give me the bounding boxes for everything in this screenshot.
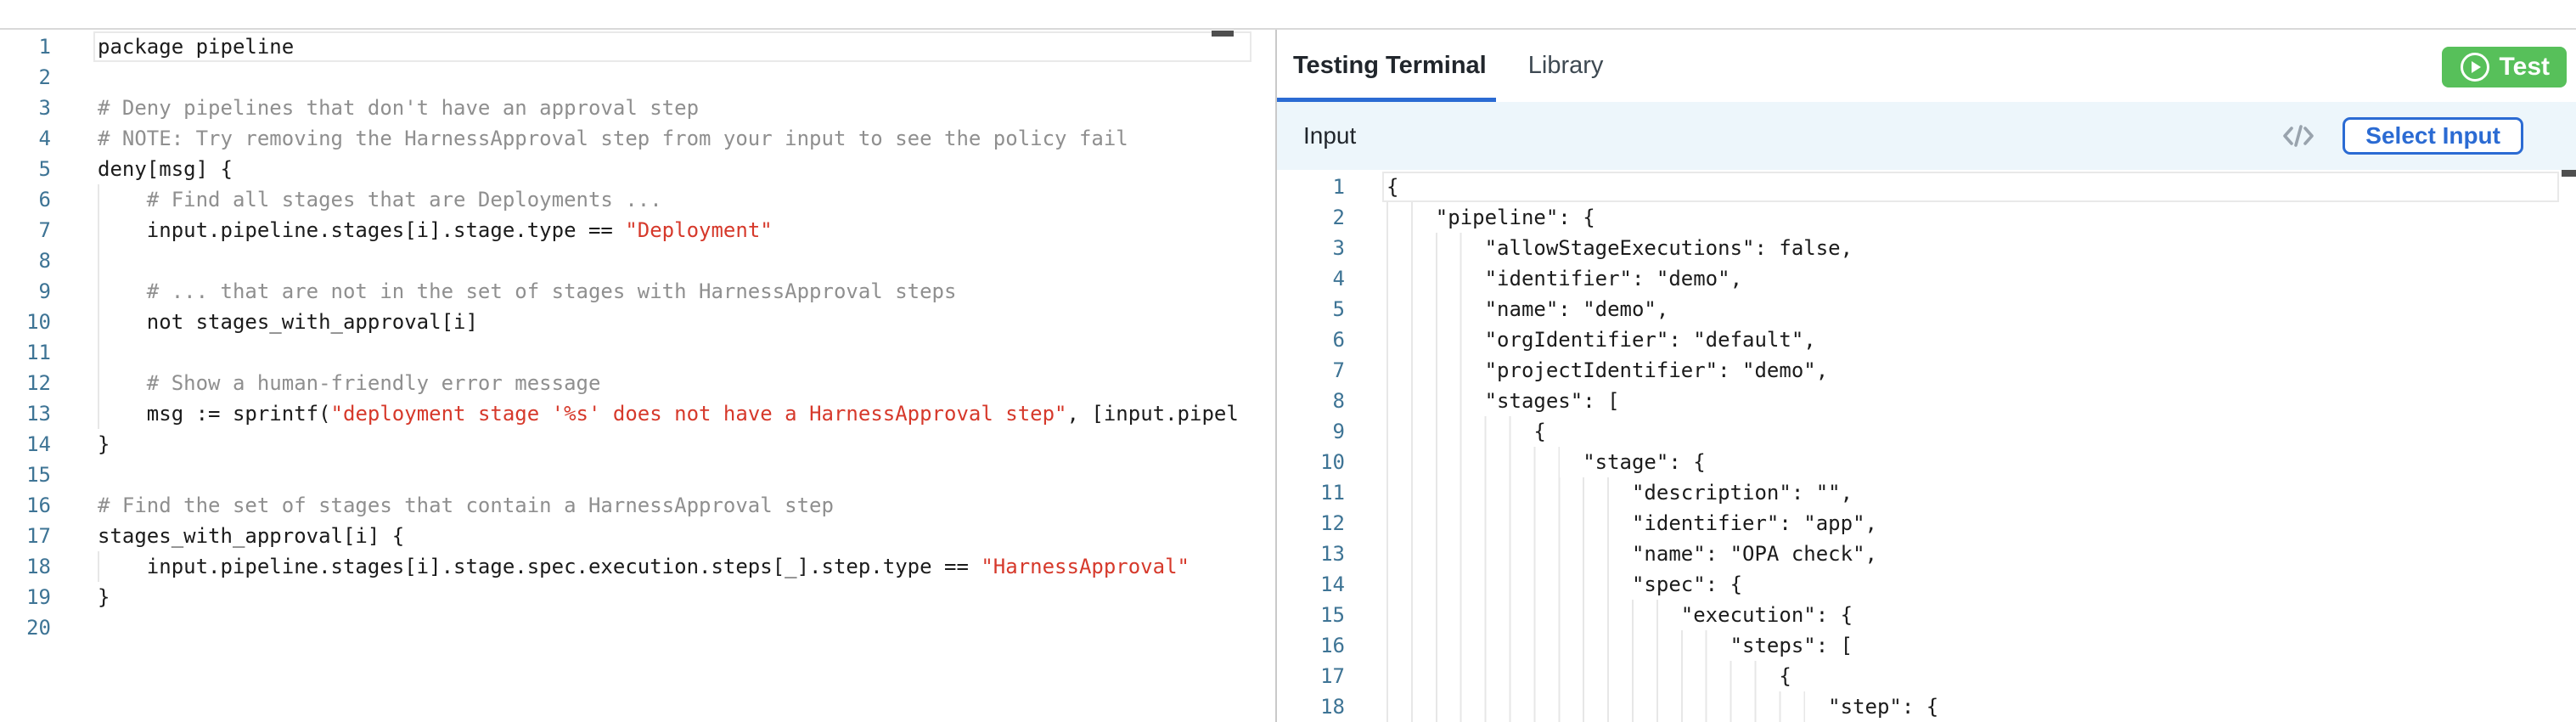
code-line: package pipeline	[93, 31, 1251, 62]
line-number: 8	[1277, 386, 1345, 416]
code-line: }	[93, 429, 1251, 460]
code-line: "steps": [	[1382, 630, 2559, 661]
line-number: 17	[1277, 661, 1345, 691]
line-number: 3	[1277, 233, 1345, 263]
line-number: 12	[1277, 508, 1345, 539]
play-circle-icon	[2459, 51, 2491, 83]
select-input-button[interactable]: Select Input	[2343, 117, 2523, 155]
code-line: {	[1382, 172, 2559, 202]
code-line	[93, 62, 1251, 93]
input-json-editor[interactable]: 123456789101112131415161718 { "pipeline"…	[1277, 170, 2576, 722]
code-line: "step": {	[1382, 691, 2559, 722]
code-line	[93, 245, 1251, 276]
code-line: {	[1382, 661, 2559, 691]
code-line	[93, 612, 1251, 643]
line-number: 5	[1277, 294, 1345, 324]
line-number: 18	[1277, 691, 1345, 722]
code-line: {	[1382, 416, 2559, 447]
overview-ruler-cursor-marker	[2562, 170, 2576, 177]
code-line: "description": "",	[1382, 477, 2559, 508]
line-number: 14	[0, 429, 51, 460]
code-line: "spec": {	[1382, 569, 2559, 600]
line-number: 17	[0, 521, 51, 551]
input-editor-content[interactable]: { "pipeline": { "allowStageExecutions": …	[1382, 170, 2559, 722]
code-line: "identifier": "app",	[1382, 508, 2559, 539]
code-line: msg := sprintf("deployment stage '%s' do…	[93, 398, 1251, 429]
line-number: 6	[0, 184, 51, 215]
line-number: 2	[0, 62, 51, 93]
policy-code-editor[interactable]: 1234567891011121314151617181920 package …	[0, 30, 1275, 722]
input-section-title: Input	[1303, 122, 1356, 149]
line-number: 16	[0, 490, 51, 521]
code-line	[93, 337, 1251, 368]
line-number: 10	[0, 307, 51, 337]
code-icon[interactable]	[2281, 123, 2315, 149]
line-number: 9	[1277, 416, 1345, 447]
line-number: 4	[0, 123, 51, 154]
code-line	[93, 460, 1251, 490]
code-line: # ... that are not in the set of stages …	[93, 276, 1251, 307]
indent-guides	[98, 337, 99, 368]
code-line: "projectIdentifier": "demo",	[1382, 355, 2559, 386]
code-line: "execution": {	[1382, 600, 2559, 630]
code-line: "pipeline": {	[1382, 202, 2559, 233]
line-number: 20	[0, 612, 51, 643]
testing-panel-tabs: Testing Terminal Library Test	[1277, 30, 2576, 102]
line-number: 15	[1277, 600, 1345, 630]
current-line-highlight	[1382, 172, 2559, 202]
line-number: 2	[1277, 202, 1345, 233]
line-number: 1	[1277, 172, 1345, 202]
test-button[interactable]: Test	[2442, 47, 2567, 87]
policy-editor-content[interactable]: package pipeline # Deny pipelines that do…	[93, 30, 1251, 643]
line-number: 11	[0, 337, 51, 368]
code-line: "stages": [	[1382, 386, 2559, 416]
line-number: 18	[0, 551, 51, 582]
code-line: "allowStageExecutions": false,	[1382, 233, 2559, 263]
code-line: input.pipeline.stages[i].stage.type == "…	[93, 215, 1251, 245]
code-line: # Show a human-friendly error message	[93, 368, 1251, 398]
code-line: # Deny pipelines that don't have an appr…	[93, 93, 1251, 123]
line-number: 12	[0, 368, 51, 398]
code-line: "orgIdentifier": "default",	[1382, 324, 2559, 355]
code-line: "identifier": "demo",	[1382, 263, 2559, 294]
line-number: 7	[0, 215, 51, 245]
line-number: 16	[1277, 630, 1345, 661]
line-number: 13	[0, 398, 51, 429]
line-number: 10	[1277, 447, 1345, 477]
code-line: # Find all stages that are Deployments .…	[93, 184, 1251, 215]
line-number: 7	[1277, 355, 1345, 386]
input-header-bar: Input Select Input	[1277, 102, 2576, 170]
code-line: not stages_with_approval[i]	[93, 307, 1251, 337]
policy-editor-gutter: 1234567891011121314151617181920	[0, 30, 51, 643]
code-line: "stage": {	[1382, 447, 2559, 477]
code-line: "name": "demo",	[1382, 294, 2559, 324]
line-number: 15	[0, 460, 51, 490]
indent-guides	[98, 245, 99, 276]
code-line: deny[msg] {	[93, 154, 1251, 184]
input-editor-gutter: 123456789101112131415161718	[1277, 170, 1345, 722]
code-line: }	[93, 582, 1251, 612]
line-number: 5	[0, 154, 51, 184]
line-number: 13	[1277, 539, 1345, 569]
test-button-label: Test	[2500, 53, 2550, 82]
tab-testing-terminal[interactable]: Testing Terminal	[1293, 52, 1487, 80]
code-line: # Find the set of stages that contain a …	[93, 490, 1251, 521]
line-number: 8	[0, 245, 51, 276]
code-line: # NOTE: Try removing the HarnessApproval…	[93, 123, 1251, 154]
overview-ruler-cursor-marker	[1212, 31, 1234, 37]
line-number: 14	[1277, 569, 1345, 600]
code-line: "name": "OPA check",	[1382, 539, 2559, 569]
code-line: input.pipeline.stages[i].stage.spec.exec…	[93, 551, 1251, 582]
line-number: 19	[0, 582, 51, 612]
code-line: stages_with_approval[i] {	[93, 521, 1251, 551]
line-number: 4	[1277, 263, 1345, 294]
line-number: 11	[1277, 477, 1345, 508]
line-number: 6	[1277, 324, 1345, 355]
line-number: 1	[0, 31, 51, 62]
line-number: 9	[0, 276, 51, 307]
line-number: 3	[0, 93, 51, 123]
tab-library[interactable]: Library	[1528, 52, 1604, 80]
top-bar	[0, 0, 2576, 30]
